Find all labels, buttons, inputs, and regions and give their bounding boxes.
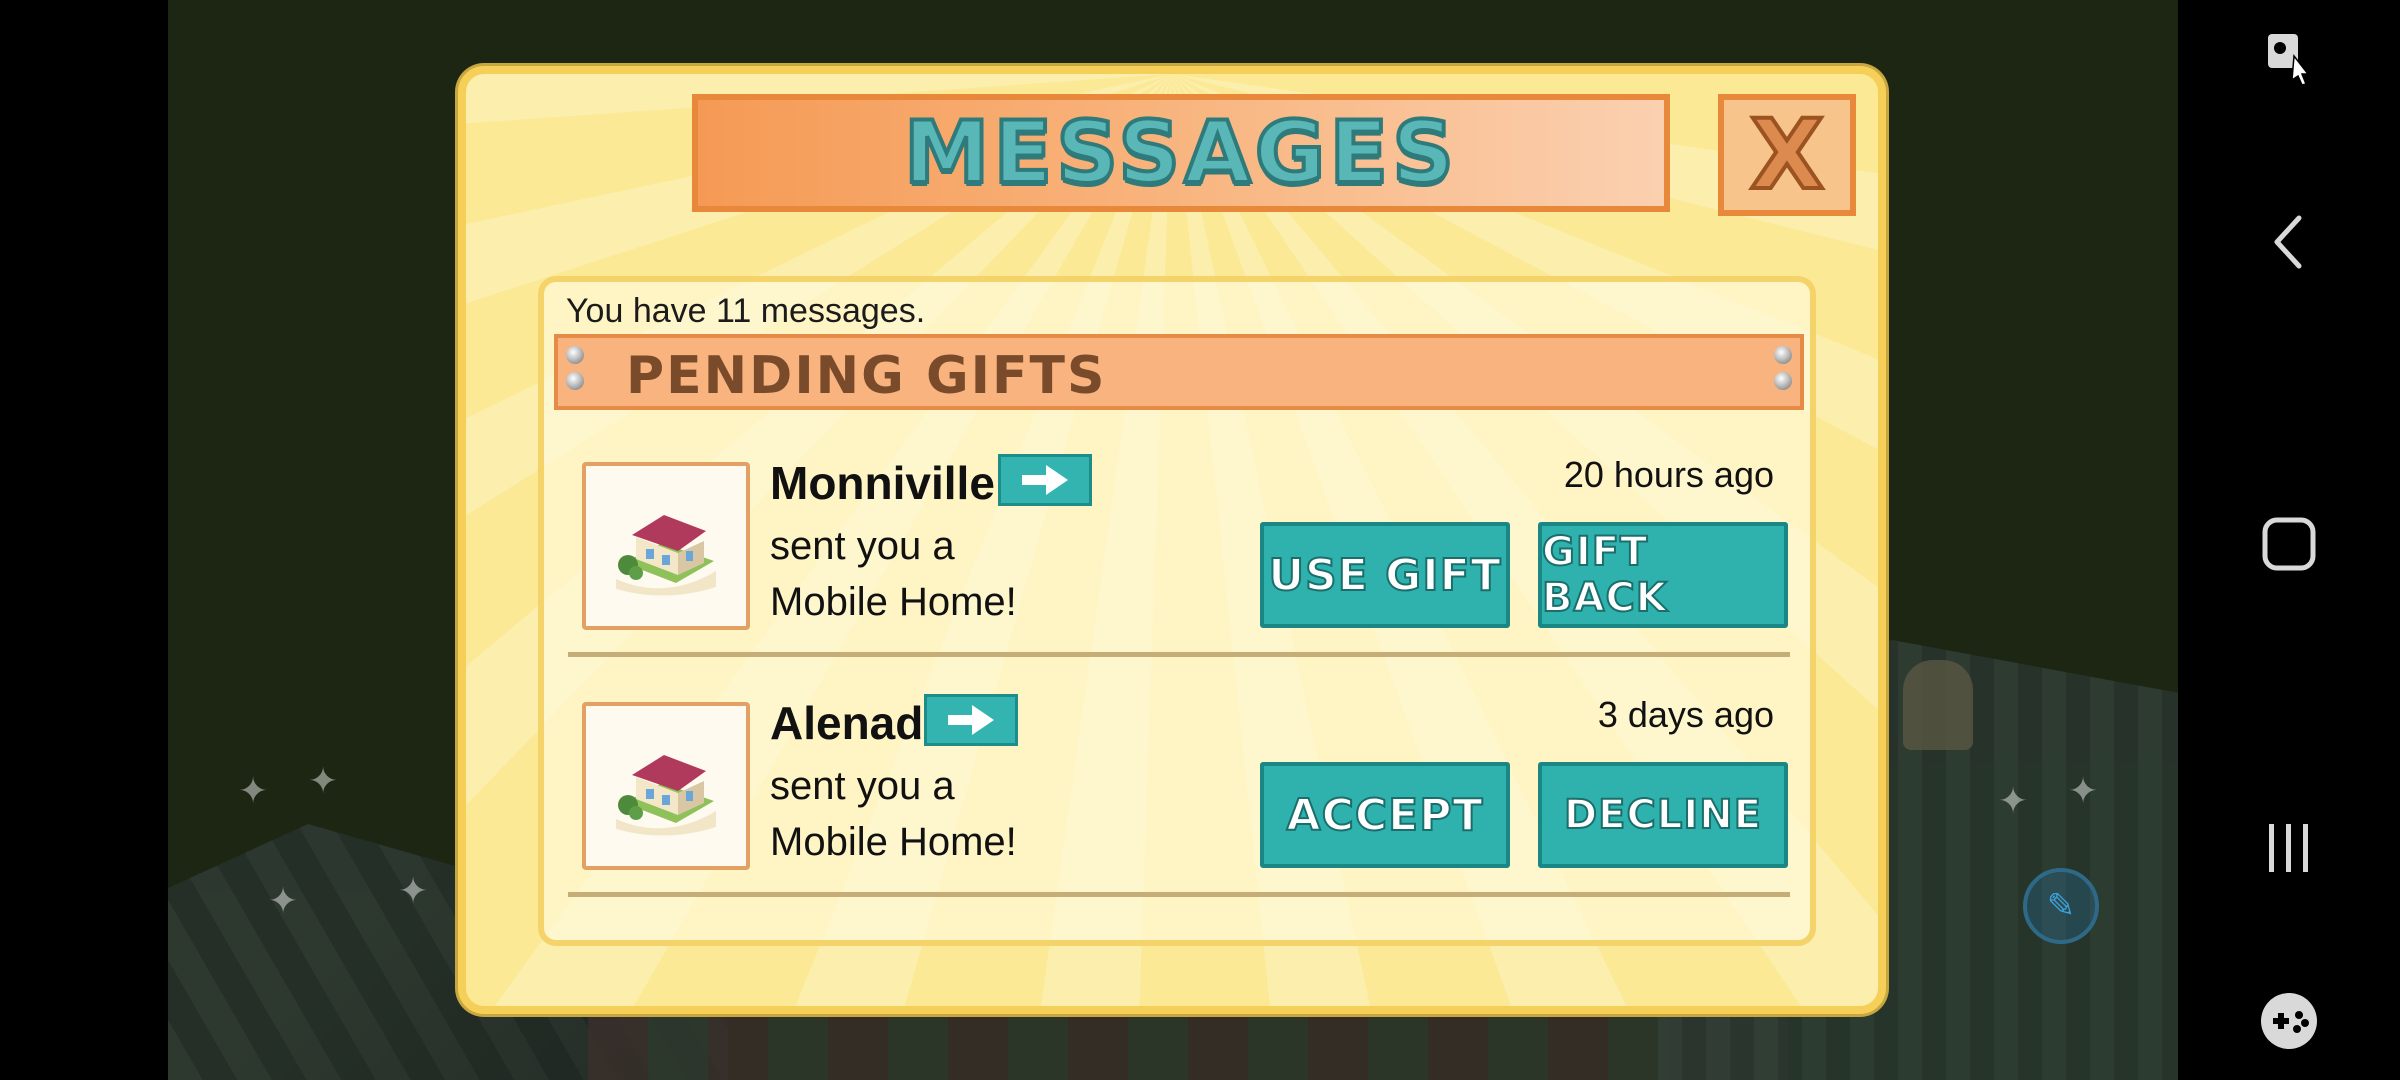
- use-gift-button[interactable]: USE GIFT: [1260, 522, 1510, 628]
- recents-icon: [2269, 824, 2308, 872]
- sender-name[interactable]: Monniville: [770, 456, 995, 510]
- sparkle-icon: ✦: [268, 880, 299, 921]
- messages-panel: You have 11 messages. PENDING GIFTS Monn…: [538, 276, 1816, 946]
- close-icon: X: [1748, 99, 1826, 211]
- section-title: PENDING GIFTS: [626, 346, 1107, 406]
- game-launcher-icon: [2261, 993, 2317, 1049]
- sparkle-icon: ✦: [2068, 770, 2099, 811]
- system-navigation-bar: [2178, 0, 2400, 1080]
- message-count: You have 11 messages.: [566, 292, 926, 330]
- recents-button[interactable]: [2259, 818, 2319, 878]
- mobile-home-icon: [582, 702, 750, 870]
- gift-description: sent you a Mobile Home!: [770, 518, 1017, 630]
- view-profile-button[interactable]: [998, 454, 1092, 506]
- gift-row: Monniville sent you a Mobile Home! 20 ho…: [544, 454, 1810, 694]
- sender-name[interactable]: Alenad: [770, 696, 923, 750]
- sparkle-icon: ✦: [308, 760, 339, 801]
- compass-button[interactable]: ✎: [2023, 868, 2099, 944]
- rivet-left: [566, 346, 584, 390]
- back-button[interactable]: [2259, 212, 2319, 272]
- arrow-right-icon: [948, 705, 994, 735]
- gift-timestamp: 3 days ago: [1597, 694, 1774, 735]
- gift-line-1: sent you a: [770, 764, 955, 808]
- screen-capture-icon: [2268, 34, 2310, 86]
- compass-icon: ✎: [2046, 887, 2076, 925]
- gift-back-button[interactable]: GIFT BACK: [1538, 522, 1788, 628]
- gift-line-1: sent you a: [770, 524, 955, 568]
- sparkle-icon: ✦: [238, 770, 269, 811]
- arrow-right-icon: [1022, 465, 1068, 495]
- rivet-right: [1774, 346, 1792, 390]
- title-banner: MESSAGES: [692, 94, 1670, 212]
- sparkle-icon: ✦: [398, 870, 429, 911]
- row-divider: [568, 892, 1790, 897]
- accept-button[interactable]: ACCEPT: [1260, 762, 1510, 868]
- back-icon: [2274, 215, 2302, 269]
- pending-gifts-header: PENDING GIFTS: [554, 334, 1804, 410]
- gift-row: Alenad sent you a Mobile Home! 3 days ag…: [544, 694, 1810, 934]
- messages-dialog: MESSAGES X You have 11 messages. PENDING…: [458, 66, 1886, 1014]
- gift-description: sent you a Mobile Home!: [770, 758, 1017, 870]
- water-tower: [1903, 660, 1973, 750]
- decline-button[interactable]: DECLINE: [1538, 762, 1788, 868]
- view-profile-button[interactable]: [924, 694, 1018, 746]
- gift-timestamp: 20 hours ago: [1563, 454, 1774, 495]
- row-divider: [568, 652, 1790, 657]
- home-icon: [2262, 517, 2316, 571]
- dialog-title: MESSAGES: [902, 101, 1459, 205]
- gift-line-2: Mobile Home!: [770, 580, 1017, 624]
- close-button[interactable]: X: [1718, 94, 1856, 216]
- game-launcher-button[interactable]: [2258, 990, 2320, 1052]
- gift-line-2: Mobile Home!: [770, 820, 1017, 864]
- sparkle-icon: ✦: [1998, 780, 2029, 821]
- mobile-home-icon: [582, 462, 750, 630]
- home-button[interactable]: [2259, 514, 2319, 574]
- screen-capture-button[interactable]: [2259, 28, 2319, 88]
